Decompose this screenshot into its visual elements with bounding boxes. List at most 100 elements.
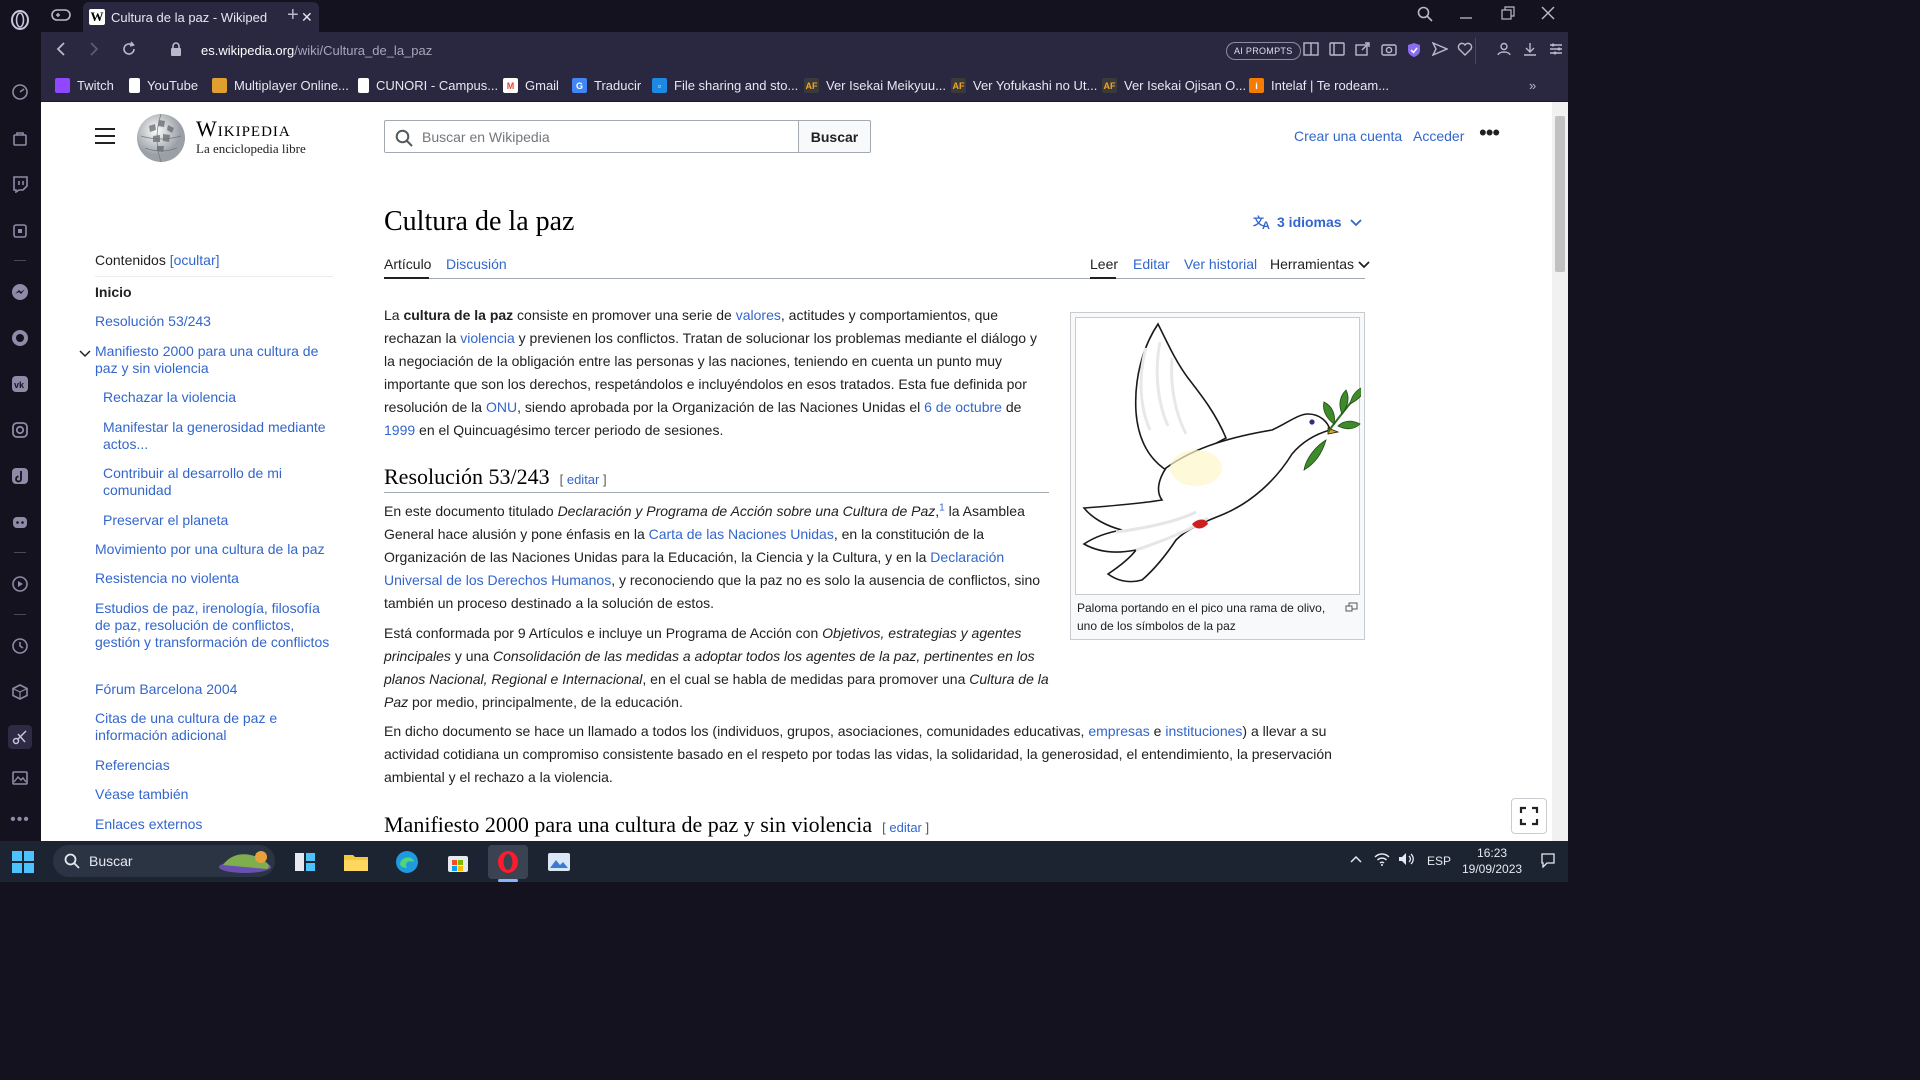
tab-leer[interactable]: Leer (1090, 256, 1118, 272)
tab-editar[interactable]: Editar (1133, 256, 1170, 272)
toc-item-estudios[interactable]: Estudios de paz, irenología, filosofía d… (95, 600, 331, 651)
link-violencia[interactable]: violencia (460, 330, 514, 346)
link-1999[interactable]: 1999 (384, 422, 415, 438)
peace-dove-image[interactable] (1075, 317, 1367, 595)
tiktok-icon[interactable] (8, 464, 32, 488)
notifications-icon[interactable] (1540, 852, 1556, 871)
vpn-shield-icon[interactable] (1407, 42, 1421, 61)
tab-discusion[interactable]: Discusión (446, 256, 507, 272)
link-valores[interactable]: valores (736, 307, 781, 323)
wiki-search-input[interactable]: Buscar en Wikipedia (384, 120, 799, 153)
messenger-icon[interactable] (8, 280, 32, 304)
bookmark-cunori[interactable]: CUNORI - Campus... (358, 78, 498, 93)
edge-icon[interactable] (387, 845, 427, 879)
new-tab-plus-icon[interactable]: + (287, 4, 299, 27)
whatsapp-icon[interactable] (8, 326, 32, 350)
toc-item-manifiesto[interactable]: Manifiesto 2000 para una cultura de paz … (95, 343, 335, 377)
reader-view-icon[interactable] (1303, 42, 1319, 59)
active-tab[interactable]: W Cultura de la paz - Wikiped ✕ (83, 2, 319, 32)
reload-icon[interactable] (121, 41, 137, 62)
toc-item-enlaces[interactable]: Enlaces externos (95, 816, 202, 833)
bookmark-file-sharing[interactable]: ▫ File sharing and sto... (652, 78, 798, 93)
toc-item-forum[interactable]: Fórum Barcelona 2004 (95, 681, 237, 698)
bookmark-isekai-meikyuu[interactable]: AF Ver Isekai Meikyuu... (804, 78, 946, 93)
toc-item-citas[interactable]: Citas de una cultura de paz e informació… (95, 710, 295, 744)
forward-icon[interactable] (88, 41, 100, 62)
tab-herramientas[interactable]: Herramientas (1270, 256, 1370, 272)
link-empresas[interactable]: empresas (1088, 723, 1149, 739)
login-link[interactable]: Acceder (1413, 128, 1464, 144)
user-menu-icon[interactable]: ••• (1479, 120, 1500, 146)
language-button[interactable]: 文A3 idiomas (1253, 214, 1363, 232)
lock-icon[interactable] (170, 42, 182, 62)
toc-item-referencias[interactable]: Referencias (95, 757, 170, 774)
bookmark-youtube[interactable]: YouTube (129, 78, 198, 93)
toc-item-inicio[interactable]: Inicio (95, 284, 132, 301)
edit-section-link[interactable]: editar (889, 820, 922, 835)
twitch-icon[interactable] (8, 172, 32, 196)
player-icon[interactable] (8, 572, 32, 596)
link-6-de-octubre[interactable]: 6 de octubre (924, 399, 1002, 415)
camera-icon[interactable] (1381, 42, 1397, 59)
wikipedia-globe-logo[interactable] (135, 112, 187, 164)
toc-collapse-chevron-icon[interactable] (79, 345, 91, 363)
taskbar-search-box[interactable]: Buscar (53, 845, 275, 877)
tab-ver-historial[interactable]: Ver historial (1184, 256, 1257, 272)
link-carta-naciones-unidas[interactable]: Carta de las Naciones Unidas (649, 526, 834, 542)
fullscreen-icon[interactable] (1511, 798, 1547, 834)
taskbar-clock[interactable]: 16:23 19/09/2023 (1462, 845, 1522, 877)
easy-setup-icon[interactable] (1329, 42, 1345, 59)
scrollbar-thumb[interactable] (1555, 116, 1565, 272)
photos-app-icon[interactable] (539, 845, 579, 879)
bookmark-multiplayer[interactable]: Multiplayer Online... (212, 78, 349, 93)
send-icon[interactable] (1431, 41, 1449, 59)
history-icon[interactable] (8, 634, 32, 658)
scissors-icon[interactable] (8, 725, 32, 749)
extensions-cube-icon[interactable] (8, 680, 32, 704)
vk-icon[interactable]: vk (8, 372, 32, 396)
bookmark-intelaf[interactable]: i Intelaf | Te rodeam... (1249, 78, 1389, 93)
instagram-icon[interactable] (8, 418, 32, 442)
gamepad-icon[interactable] (51, 7, 71, 28)
url-field[interactable]: es.wikipedia.org/wiki/Cultura_de_la_paz (201, 43, 432, 58)
toc-item-resolucion[interactable]: Resolución 53/243 (95, 313, 211, 330)
tab-articulo[interactable]: Artículo (384, 256, 431, 272)
speed-dial-icon[interactable] (8, 80, 32, 104)
bookmark-twitch[interactable]: Twitch (55, 78, 114, 93)
toc-subitem-rechazar[interactable]: Rechazar la violencia (103, 389, 236, 406)
toc-hide-toggle[interactable]: [ocultar] (170, 252, 220, 268)
share-icon[interactable] (1355, 42, 1371, 59)
opera-logo-icon[interactable] (8, 8, 32, 32)
page-scrollbar[interactable] (1552, 102, 1568, 841)
toc-item-vease[interactable]: Véase también (95, 786, 188, 803)
toc-subitem-comunidad[interactable]: Contribuir al desarrollo de mi comunidad (103, 465, 303, 499)
bookmark-gmail[interactable]: M Gmail (503, 78, 559, 93)
back-icon[interactable] (55, 41, 67, 62)
language-indicator[interactable]: ESP (1427, 854, 1451, 868)
tab-close-icon[interactable]: ✕ (301, 9, 313, 26)
minimize-icon[interactable] (1459, 6, 1473, 25)
restore-icon[interactable] (1501, 6, 1515, 25)
download-icon[interactable] (1523, 42, 1537, 59)
toc-subitem-generosidad[interactable]: Manifestar la generosidad mediante actos… (103, 419, 335, 453)
link-instituciones[interactable]: instituciones (1165, 723, 1242, 739)
bookmarks-overflow-icon[interactable]: » (1529, 78, 1536, 93)
wiki-search-button[interactable]: Buscar (798, 120, 871, 153)
profile-icon[interactable] (1497, 42, 1511, 59)
image-gallery-icon[interactable] (8, 766, 32, 790)
windows-start-icon[interactable] (12, 851, 34, 878)
volume-icon[interactable] (1398, 852, 1416, 869)
link-onu[interactable]: ONU (486, 399, 517, 415)
edit-section-link[interactable]: editar (567, 472, 600, 487)
ai-chip-icon[interactable] (8, 219, 32, 243)
create-account-link[interactable]: Crear una cuenta (1294, 128, 1402, 144)
microsoft-store-icon[interactable] (438, 845, 478, 879)
file-explorer-icon[interactable] (336, 845, 376, 879)
toc-subitem-planeta[interactable]: Preservar el planeta (103, 512, 228, 529)
task-view-icon[interactable] (285, 845, 325, 879)
bookmark-isekai-ojisan[interactable]: AF Ver Isekai Ojisan O... (1102, 78, 1246, 93)
toc-item-resistencia[interactable]: Resistencia no violenta (95, 570, 239, 587)
discord-icon[interactable] (8, 510, 32, 534)
wikipedia-wordmark[interactable]: Wikipedia (196, 116, 291, 142)
toc-item-movimiento[interactable]: Movimiento por una cultura de la paz (95, 541, 325, 558)
